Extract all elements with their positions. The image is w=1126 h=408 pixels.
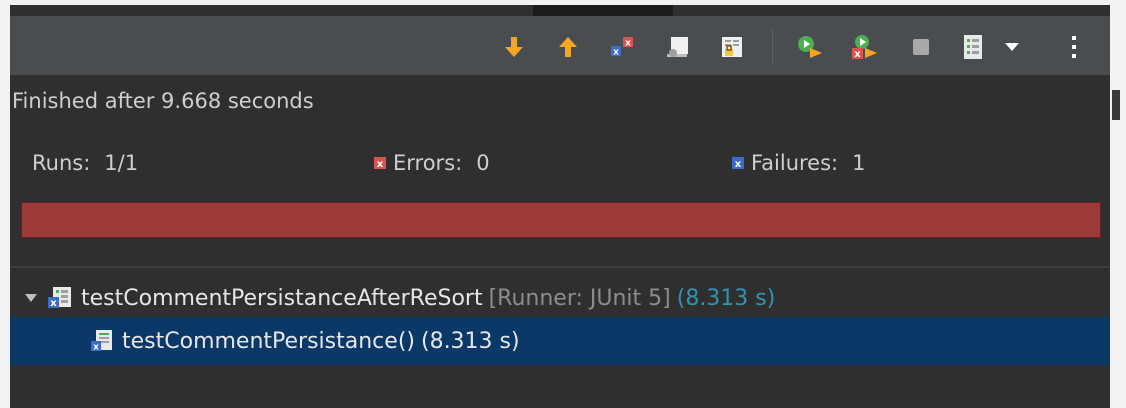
test-case-name: testCommentPersistance() [122,328,415,354]
errors-label: Errors: [393,151,463,175]
previous-failure-button[interactable] [553,32,583,62]
history-dropdown-button[interactable] [1000,32,1024,62]
tree-divider [10,266,1110,268]
active-tab-indicator [533,5,673,16]
svg-text:x: x [93,343,99,353]
scrollbar-gutter[interactable] [1110,0,1126,408]
svg-text:x: x [50,298,57,309]
rerun-failed-first-button[interactable]: x [849,32,879,62]
svg-text:x: x [625,39,631,49]
junit-view: x x x Finished after 9.668 seconds Runs:… [10,5,1110,408]
view-menu-button[interactable] [1062,32,1086,62]
failures-value: 1 [852,151,866,175]
show-failures-only-button[interactable]: x x [607,32,637,62]
toolbar-separator [772,30,773,64]
arrow-up-icon [559,37,577,57]
scrollbar-marker [1112,90,1120,120]
arrow-down-icon [505,37,523,57]
junit-content: Finished after 9.668 seconds Runs: 1/1 x… [10,75,1110,408]
next-failure-button[interactable] [499,32,529,62]
expand-collapse-toggle[interactable] [23,293,39,303]
rerun-icon [798,36,822,58]
failures-label: Failures: [751,151,839,175]
rerun-test-button[interactable] [795,32,825,62]
skipped-filter-icon [667,37,688,57]
test-suite-name: testCommentPersistanceAfterReSort [81,285,483,311]
test-case-failed-icon: x [90,329,114,353]
stop-button[interactable] [906,32,936,62]
test-suite-failed-icon: x [47,286,73,310]
svg-text:x: x [613,48,619,58]
rerun-failed-icon: x [852,35,877,60]
test-suite-time: (8.313 s) [676,285,776,311]
test-case-time: (8.313 s) [420,328,520,354]
svg-text:x: x [377,159,384,170]
failures-filter-icon: x x [611,37,633,58]
junit-toolbar: x x x [10,16,1110,75]
test-progress-fill [22,203,1100,237]
test-progress-bar [21,202,1101,238]
stop-icon [913,39,929,55]
view-tab-strip [10,5,1110,16]
runs-counter: Runs: 1/1 [32,151,138,175]
svg-text:x: x [854,49,861,60]
history-icon [964,35,982,59]
error-icon: x [373,156,387,170]
kebab-menu-icon [1072,36,1076,58]
scroll-lock-button[interactable] [717,32,747,62]
chevron-down-icon [25,294,37,302]
tree-item-test-case[interactable]: x testCommentPersistance() (8.313 s) [10,317,1110,365]
test-suite-runner: [Runner: JUnit 5] [488,285,671,311]
run-status-message: Finished after 9.668 seconds [12,89,314,113]
chevron-down-icon [1005,43,1019,51]
show-skipped-only-button[interactable] [663,32,693,62]
failure-icon: x [731,156,745,170]
runs-label: Runs: [32,151,91,175]
errors-value: 0 [476,151,490,175]
failures-counter: x Failures: 1 [731,151,865,175]
tree-item-test-suite[interactable]: x testCommentPersistanceAfterReSort [Run… [10,274,1110,322]
runs-value: 1/1 [104,151,139,175]
scroll-lock-icon [722,37,742,57]
svg-text:x: x [735,159,742,170]
errors-counter: x Errors: 0 [373,151,490,175]
test-run-history-button[interactable] [958,32,988,62]
